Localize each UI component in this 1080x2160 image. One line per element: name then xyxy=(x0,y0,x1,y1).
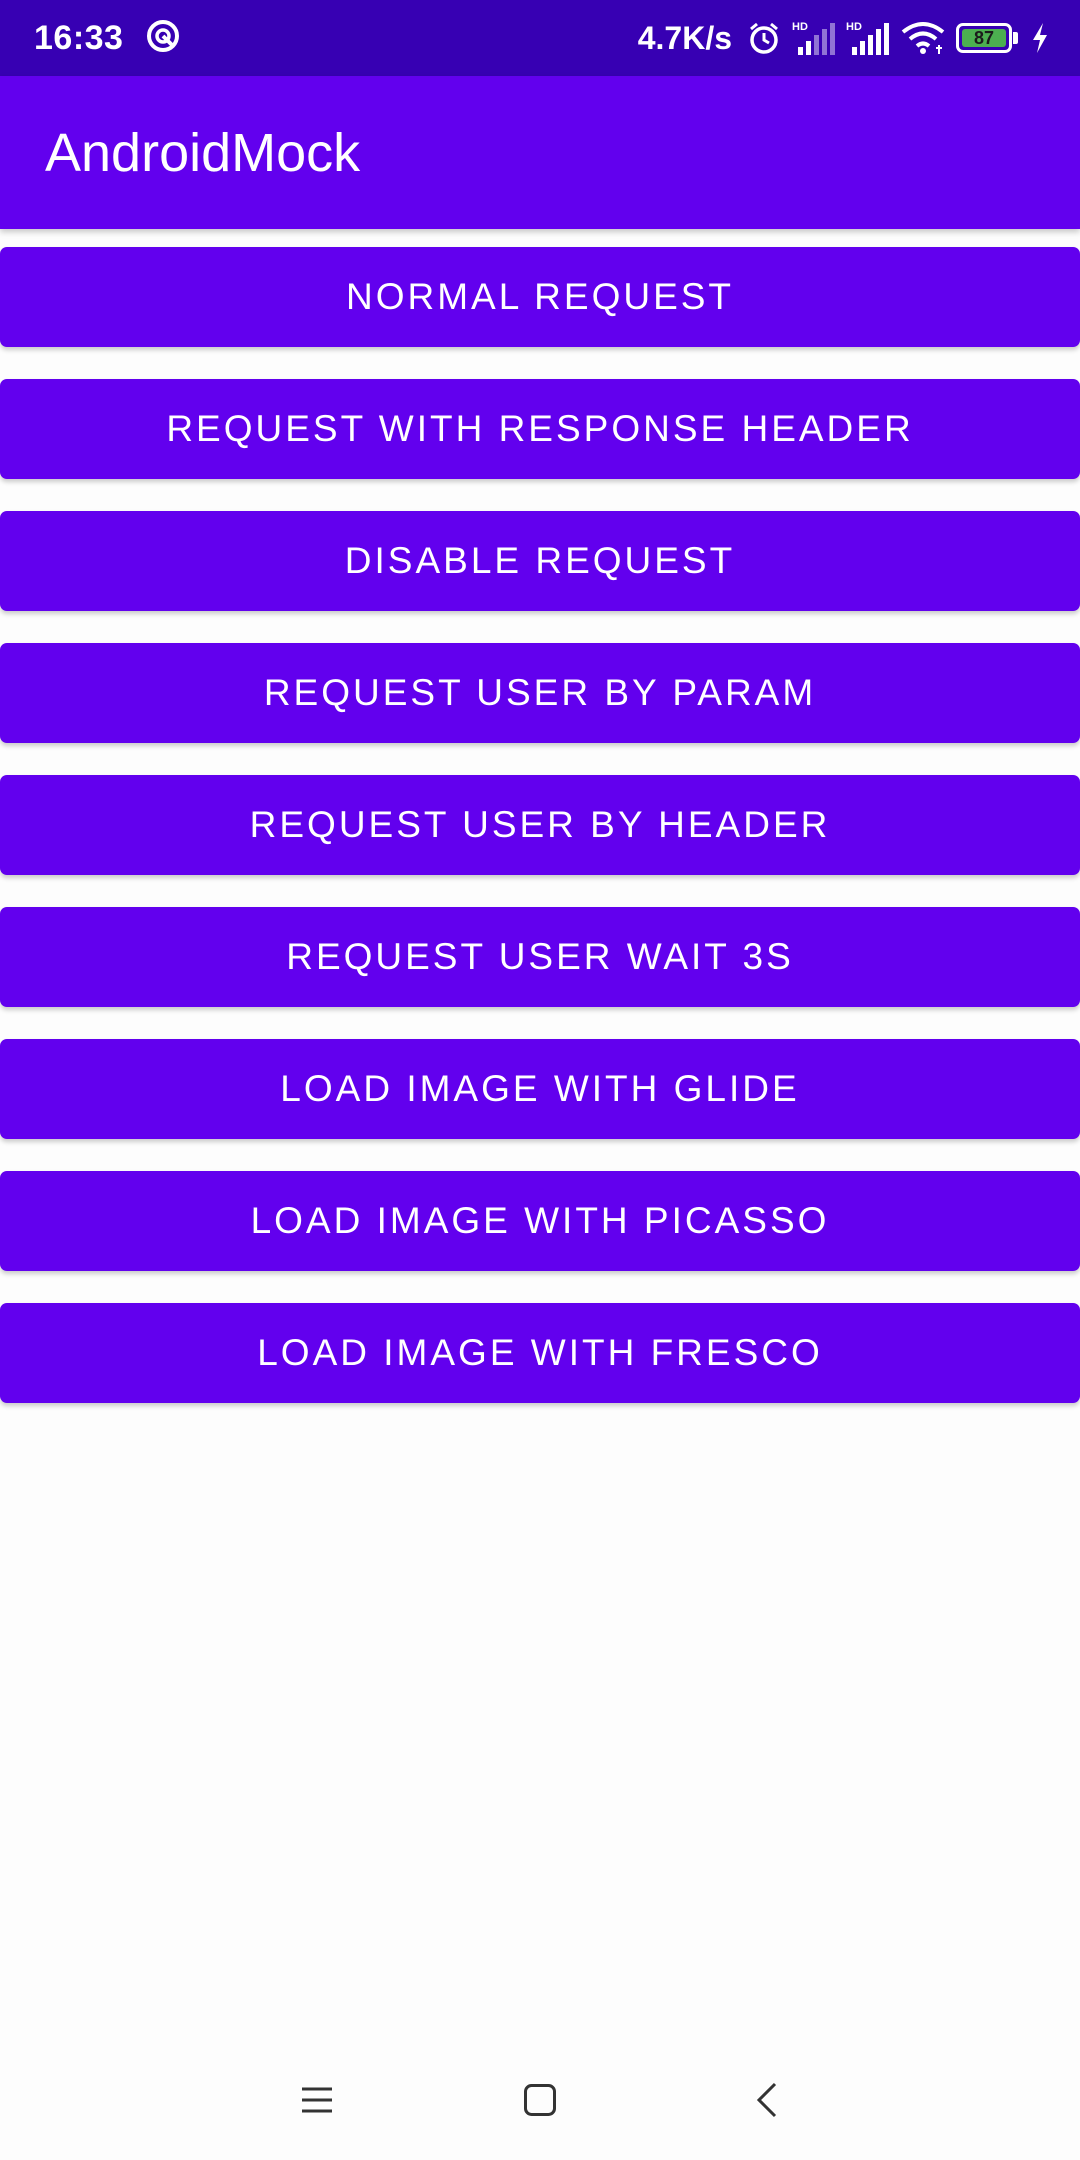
status-bar: 16:33 4.7K/s HD HD 87 xyxy=(0,0,1080,76)
normal-request-button[interactable]: NORMAL REQUEST xyxy=(0,247,1080,347)
request-user-wait-3s-button[interactable]: REQUEST USER WAIT 3S xyxy=(0,907,1080,1007)
request-user-by-param-button[interactable]: REQUEST USER BY PARAM xyxy=(0,643,1080,743)
back-icon[interactable] xyxy=(707,2040,827,2160)
request-with-response-header-button[interactable]: REQUEST WITH RESPONSE HEADER xyxy=(0,379,1080,479)
alarm-icon xyxy=(746,20,782,56)
button-list: NORMAL REQUEST REQUEST WITH RESPONSE HEA… xyxy=(0,247,1080,1435)
vpn-icon xyxy=(145,18,181,59)
app-bar: AndroidMock xyxy=(0,76,1080,229)
request-user-by-header-button[interactable]: REQUEST USER BY HEADER xyxy=(0,775,1080,875)
load-image-with-fresco-button[interactable]: LOAD IMAGE WITH FRESCO xyxy=(0,1303,1080,1403)
navigation-bar xyxy=(0,2040,1080,2160)
home-icon[interactable] xyxy=(480,2040,600,2160)
menu-icon[interactable] xyxy=(257,2040,377,2160)
battery-icon: 87 xyxy=(956,23,1020,53)
load-image-with-glide-button[interactable]: LOAD IMAGE WITH GLIDE xyxy=(0,1039,1080,1139)
svg-text:HD: HD xyxy=(846,21,862,33)
network-speed: 4.7K/s xyxy=(637,19,732,56)
wifi-icon xyxy=(900,20,946,56)
hd-signal-icon: HD xyxy=(846,19,890,57)
battery-level: 87 xyxy=(973,27,995,48)
hd-signal-icon: HD xyxy=(792,19,836,57)
charging-icon xyxy=(1030,22,1050,54)
svg-text:HD: HD xyxy=(792,21,808,33)
disable-request-button[interactable]: DISABLE REQUEST xyxy=(0,511,1080,611)
app-title: AndroidMock xyxy=(45,122,361,183)
status-time: 16:33 xyxy=(34,18,124,57)
load-image-with-picasso-button[interactable]: LOAD IMAGE WITH PICASSO xyxy=(0,1171,1080,1271)
